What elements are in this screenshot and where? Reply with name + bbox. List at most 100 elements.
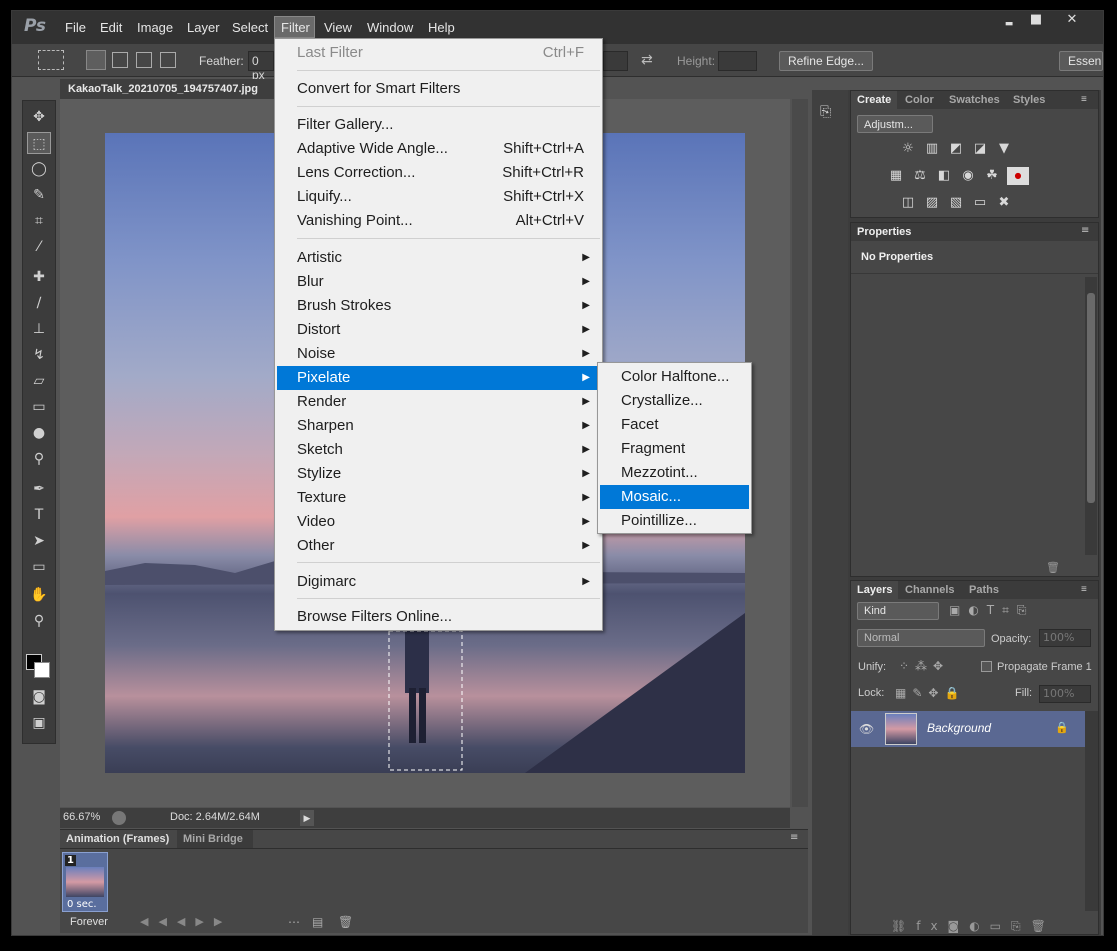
panel-menu-icon[interactable]: ≡ xyxy=(1081,581,1087,599)
menu-filter-gallery[interactable]: Filter Gallery... xyxy=(277,113,600,137)
close-button[interactable]: ✕ xyxy=(1052,12,1092,32)
crop-tool-icon[interactable]: ⌗ xyxy=(27,210,51,232)
path-select-tool-icon[interactable]: ➤ xyxy=(27,530,51,552)
menu-view[interactable]: View xyxy=(324,20,352,35)
history-brush-tool-icon[interactable]: ↯ xyxy=(27,344,51,366)
clone-stamp-tool-icon[interactable]: ⊥ xyxy=(27,318,51,340)
menu-blur[interactable]: Blur ▶ xyxy=(277,270,600,294)
menu-window[interactable]: Window xyxy=(367,20,413,35)
lock-icons[interactable]: ▦✎✥🔒 xyxy=(895,686,965,700)
tween-icon[interactable]: ⋯ xyxy=(288,915,300,929)
duplicate-frame-icon[interactable]: ▤ xyxy=(312,915,323,929)
curves-icon[interactable]: ◩ xyxy=(947,141,965,157)
layers-scrollbar[interactable] xyxy=(1085,711,1098,911)
channel-mixer-icon[interactable]: ☘ xyxy=(983,168,1001,184)
submenu-color-halftone[interactable]: Color Halftone... xyxy=(600,365,749,389)
background-color-swatch[interactable] xyxy=(34,662,50,678)
properties-scrollbar[interactable] xyxy=(1085,277,1097,555)
layer-row-background[interactable]: 👁 Background 🔒 xyxy=(851,711,1085,747)
status-menu-arrow-icon[interactable]: ▶ xyxy=(300,810,314,826)
swap-icon[interactable]: ⇄ xyxy=(641,52,653,68)
tab-swatches[interactable]: Swatches xyxy=(949,91,1000,109)
submenu-crystallize[interactable]: Crystallize... xyxy=(600,389,749,413)
menu-lens-correction[interactable]: Lens Correction... Shift+Ctrl+R xyxy=(277,161,600,185)
menu-sketch[interactable]: Sketch ▶ xyxy=(277,438,600,462)
document-tab[interactable]: KakaoTalk_20210705_194757407.jpg xyxy=(60,79,275,99)
quick-select-tool-icon[interactable]: ✎ xyxy=(27,184,51,206)
threshold-icon[interactable]: ▧ xyxy=(947,195,965,211)
propagate-checkbox[interactable] xyxy=(981,661,992,672)
menu-stylize[interactable]: Stylize ▶ xyxy=(277,462,600,486)
menu-filter[interactable]: Filter xyxy=(281,20,310,35)
submenu-mezzotint[interactable]: Mezzotint... xyxy=(600,461,749,485)
menu-adaptive-wide-angle[interactable]: Adaptive Wide Angle... Shift+Ctrl+A xyxy=(277,137,600,161)
properties-title[interactable]: Properties xyxy=(851,223,1098,241)
brush-tool-icon[interactable]: ∕ xyxy=(27,292,51,314)
panel-menu-icon[interactable]: ≡ xyxy=(1081,91,1087,109)
menu-help[interactable]: Help xyxy=(428,20,455,35)
menu-video[interactable]: Video ▶ xyxy=(277,510,600,534)
menu-noise[interactable]: Noise ▶ xyxy=(277,342,600,366)
history-panel-icon[interactable]: ⎘ xyxy=(820,104,831,120)
menu-sharpen[interactable]: Sharpen ▶ xyxy=(277,414,600,438)
menu-browse-filters-online[interactable]: Browse Filters Online... xyxy=(277,605,600,629)
gradient-map-icon[interactable]: ▭ xyxy=(971,195,989,211)
move-tool-icon[interactable]: ✥ xyxy=(27,106,51,128)
color-balance-icon[interactable]: ⚖ xyxy=(911,168,929,184)
menu-vanishing-point[interactable]: Vanishing Point... Alt+Ctrl+V xyxy=(277,209,600,233)
marquee-tool-preset-icon[interactable] xyxy=(38,50,64,70)
levels-icon[interactable]: ▥ xyxy=(923,141,941,157)
opacity-input[interactable]: 100% xyxy=(1039,629,1091,647)
layer-filter-icons[interactable]: ▣◐T⌗⎘ xyxy=(949,603,1035,618)
status-info-icon[interactable] xyxy=(112,811,126,825)
selective-color-icon[interactable]: ✖ xyxy=(995,195,1013,211)
blur-tool-icon[interactable]: ● xyxy=(27,422,51,444)
lasso-tool-icon[interactable]: ◯ xyxy=(27,158,51,180)
exposure-icon[interactable]: ◪ xyxy=(971,141,989,157)
invert-icon[interactable]: ◫ xyxy=(899,195,917,211)
eyedropper-tool-icon[interactable]: ⁄ xyxy=(27,236,51,258)
submenu-facet[interactable]: Facet xyxy=(600,413,749,437)
feather-input[interactable]: 0 px xyxy=(248,51,274,82)
width-input[interactable] xyxy=(603,51,628,71)
kind-filter-dropdown[interactable]: Kind xyxy=(857,602,939,620)
screen-mode-icon[interactable]: ▣ xyxy=(27,712,51,734)
adjustments-dropdown[interactable]: Adjustm... xyxy=(857,115,933,133)
menu-select[interactable]: Select xyxy=(232,20,268,35)
tab-mini-bridge[interactable]: Mini Bridge xyxy=(177,830,253,848)
refine-edge-button[interactable]: Refine Edge... xyxy=(779,51,873,71)
tab-channels[interactable]: Channels xyxy=(905,581,955,599)
new-selection-icon[interactable] xyxy=(86,50,106,70)
panel-menu-icon[interactable]: ≡ xyxy=(790,832,798,843)
vibrance-icon[interactable]: ▼ xyxy=(995,141,1013,157)
frame-delay[interactable]: 0 sec. xyxy=(67,899,97,910)
layer-name[interactable]: Background xyxy=(927,721,991,735)
menu-image[interactable]: Image xyxy=(137,20,173,35)
trash-icon[interactable]: 🗑 xyxy=(1046,561,1060,574)
photo-filter-icon[interactable]: ◉ xyxy=(959,168,977,184)
loop-options[interactable]: Forever xyxy=(70,916,108,928)
scrollbar-thumb[interactable] xyxy=(1087,293,1095,503)
menu-brush-strokes[interactable]: Brush Strokes ▶ xyxy=(277,294,600,318)
zoom-tool-icon[interactable]: ⚲ xyxy=(27,610,51,632)
panel-menu-icon[interactable]: ≡ xyxy=(1081,225,1089,236)
posterize-icon[interactable]: ▨ xyxy=(923,195,941,211)
marquee-tool-icon[interactable]: ⬚ xyxy=(27,132,51,154)
maximize-button[interactable]: ■ xyxy=(1021,12,1051,32)
hand-tool-icon[interactable]: ✋ xyxy=(27,584,51,606)
type-tool-icon[interactable]: T xyxy=(27,504,51,526)
height-input[interactable] xyxy=(718,51,757,71)
hue-saturation-icon[interactable]: ▦ xyxy=(887,168,905,184)
intersect-selection-icon[interactable] xyxy=(160,52,176,68)
menu-artistic[interactable]: Artistic ▶ xyxy=(277,246,600,270)
visibility-eye-icon[interactable]: 👁 xyxy=(859,722,874,736)
color-lookup-icon[interactable]: ● xyxy=(1007,167,1029,185)
menu-other[interactable]: Other ▶ xyxy=(277,534,600,558)
minimize-button[interactable]: ▬ xyxy=(994,12,1024,32)
pen-tool-icon[interactable]: ✒ xyxy=(27,478,51,500)
gradient-tool-icon[interactable]: ▭ xyxy=(27,396,51,418)
tab-paths[interactable]: Paths xyxy=(969,581,999,599)
menu-layer[interactable]: Layer xyxy=(187,20,220,35)
menu-texture[interactable]: Texture ▶ xyxy=(277,486,600,510)
delete-frame-icon[interactable]: 🗑 xyxy=(338,915,353,929)
